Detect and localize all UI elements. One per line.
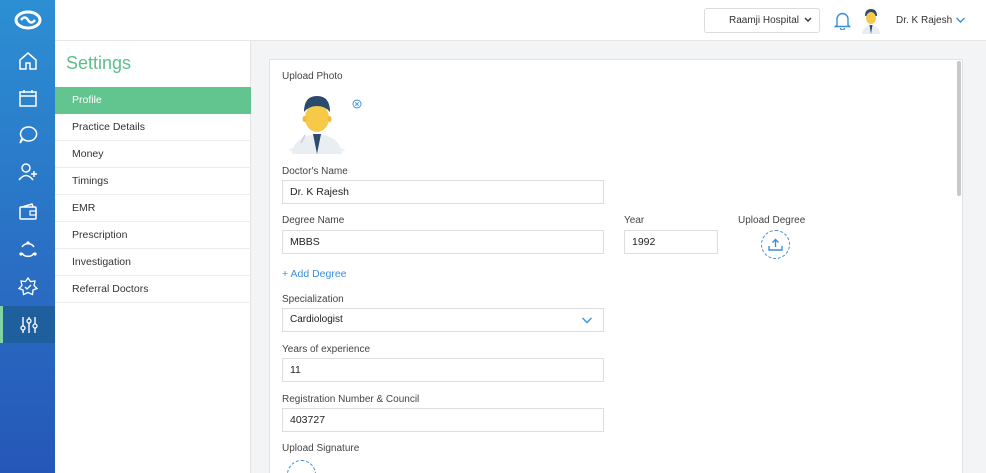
year-input[interactable]: 1992 [624, 230, 718, 254]
app-logo[interactable] [0, 0, 55, 40]
sliders-icon [20, 316, 38, 333]
settings-item-emr[interactable]: EMR [55, 195, 251, 222]
settings-menu: Profile Practice Details Money Timings E… [55, 87, 251, 303]
nav-home[interactable] [0, 42, 55, 79]
upload-degree-label: Upload Degree [738, 215, 806, 226]
chevron-down-icon[interactable] [955, 16, 966, 25]
registration-label: Registration Number & Council [282, 394, 420, 405]
cycle-icon [18, 240, 37, 257]
icon-rail [0, 0, 55, 473]
upload-degree-button[interactable] [761, 230, 790, 259]
settings-item-referral-doctors[interactable]: Referral Doctors [55, 276, 251, 303]
badge-icon [17, 276, 38, 295]
specialization-label: Specialization [282, 294, 344, 305]
chat-icon [18, 125, 37, 143]
doctor-photo[interactable] [286, 92, 348, 154]
upload-signature-button[interactable] [287, 460, 316, 473]
settings-item-prescription[interactable]: Prescription [55, 222, 251, 249]
add-degree-link[interactable]: + Add Degree [282, 268, 347, 280]
wallet-icon [18, 202, 37, 220]
chevron-down-icon [582, 317, 592, 324]
nav-settings[interactable] [0, 306, 55, 343]
specialization-value: Cardiologist [290, 314, 343, 325]
home-icon [18, 51, 37, 70]
settings-title: Settings [66, 53, 132, 73]
calendar-icon [18, 89, 37, 107]
degree-name-input[interactable]: MBBS [282, 230, 604, 254]
nav-add-user[interactable] [0, 153, 55, 190]
doctor-name-input[interactable]: Dr. K Rajesh [282, 180, 604, 204]
year-label: Year [624, 215, 645, 226]
doctor-name-label: Doctor's Name [282, 166, 348, 177]
add-user-icon [17, 162, 37, 180]
scrollbar-thumb[interactable] [957, 61, 961, 196]
specialization-select[interactable]: Cardiologist [282, 308, 604, 332]
profile-form: Upload Photo Doctor's Name Dr. K Rajesh … [269, 59, 963, 473]
avatar[interactable] [861, 8, 881, 34]
nav-chat[interactable] [0, 116, 55, 153]
settings-item-money[interactable]: Money [55, 141, 251, 168]
settings-item-investigation[interactable]: Investigation [55, 249, 251, 276]
settings-panel: Settings Profile Practice Details Money … [55, 41, 251, 473]
upload-signature-label: Upload Signature [282, 443, 360, 454]
settings-item-practice-details[interactable]: Practice Details [55, 114, 251, 141]
hospital-select[interactable]: Raamji Hospital [704, 8, 820, 33]
experience-label: Years of experience [282, 344, 371, 355]
top-header: Raamji Hospital Dr. K Rajesh [55, 0, 986, 41]
experience-input[interactable]: 11 [282, 358, 604, 382]
logo-icon [14, 10, 41, 30]
hospital-select-value: Raamji Hospital [729, 15, 800, 26]
nav-wallet[interactable] [0, 193, 55, 230]
degree-name-label: Degree Name [282, 215, 345, 226]
nav-cycle[interactable] [0, 231, 55, 268]
upload-photo-label: Upload Photo [282, 71, 343, 82]
chevron-down-icon [804, 17, 812, 22]
settings-item-profile[interactable]: Profile [55, 87, 251, 114]
nav-calendar[interactable] [0, 79, 55, 116]
nav-badge[interactable] [0, 268, 55, 305]
user-name[interactable]: Dr. K Rajesh [896, 15, 952, 26]
bell-icon[interactable] [834, 11, 851, 30]
remove-photo-icon[interactable] [352, 99, 362, 109]
upload-icon [768, 238, 783, 251]
registration-input[interactable]: 403727 [282, 408, 604, 432]
settings-item-timings[interactable]: Timings [55, 168, 251, 195]
